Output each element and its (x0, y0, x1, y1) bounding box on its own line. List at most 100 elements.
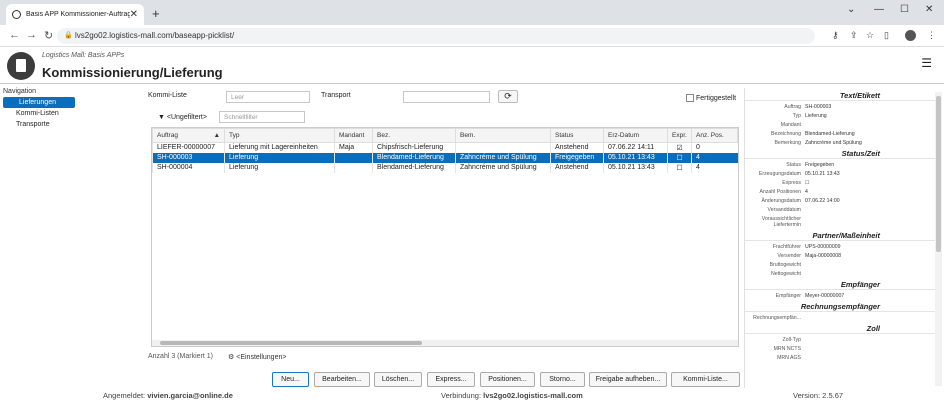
sidebar-item-lieferungen[interactable]: Lieferungen (3, 97, 75, 108)
detail-value (805, 346, 936, 352)
cell-expr: ☑ (667, 142, 692, 153)
reload-icon[interactable]: ↻ (44, 29, 53, 42)
checkbox-icon[interactable] (686, 94, 694, 102)
scrollbar-thumb[interactable] (160, 341, 422, 345)
cell-typ: Lieferung (224, 152, 335, 163)
vertical-scrollbar[interactable] (935, 92, 942, 386)
quick-filter-input[interactable]: Schnellfilter (219, 111, 305, 123)
cell-typ: Lieferung (224, 162, 335, 173)
detail-key: Typ (792, 113, 801, 119)
star-icon[interactable]: ☆ (866, 30, 874, 41)
conn-label: Verbindung: (441, 391, 484, 400)
kommi-liste-input[interactable]: Leer (226, 91, 310, 103)
app-header: Logistics Mall: Basis APPs Kommissionier… (0, 47, 944, 84)
new-tab-icon[interactable]: + (152, 6, 160, 21)
detail-value: Freigegeben (805, 162, 835, 168)
new-button[interactable]: Neu... (272, 372, 309, 387)
detail-field: Anzahl Positionen 4 (745, 189, 936, 195)
settings-link[interactable]: ⚙ <Einstellungen> (228, 353, 286, 361)
back-icon[interactable]: ← (9, 29, 20, 41)
table-row[interactable]: LIEFER-00000007 Lieferung mit Lagereinhe… (152, 142, 738, 153)
empfaenger-fields: Empfänger Meyer-00000007 (745, 293, 936, 299)
nav-header: Navigation (3, 88, 37, 95)
detail-key: Status (786, 162, 801, 168)
detail-field: MRN AGS (745, 355, 936, 361)
hamburger-menu-icon[interactable]: ☰ (921, 56, 932, 70)
detail-value: Maja-00000008 (805, 253, 842, 259)
transport-input[interactable] (403, 91, 490, 103)
detail-field: Frachtführer UPS-00000009 (745, 244, 936, 250)
forward-icon[interactable]: → (26, 29, 37, 41)
page-title: Kommissionierung/Lieferung (42, 65, 223, 80)
positions-button[interactable]: Positionen... (480, 372, 535, 387)
detail-key: Erzeugungsdatum (758, 171, 801, 177)
section-status-zeit: Status/Zeit (745, 148, 936, 159)
detail-field: Bemerkung Zahncréme und Spülung (745, 140, 936, 146)
minimize-icon[interactable]: — (874, 4, 884, 15)
table-row[interactable]: SH-000004 Lieferung Blendamed-Lieferung … (152, 162, 738, 173)
col-bem[interactable]: Bem. (455, 128, 551, 143)
cell-auftrag: LIEFER-00000007 (152, 142, 225, 153)
more-menu-icon[interactable]: ⋮ (927, 30, 936, 41)
table-row-selected[interactable]: SH-000003 Lieferung Blendamed-Lieferung … (152, 152, 738, 163)
col-anz-pos[interactable]: Anz. Pos. (691, 128, 738, 143)
detail-value (805, 355, 936, 361)
partner-fields: Frachtführer UPS-00000009 Versender Maja-00… (745, 244, 936, 277)
release-undo-button[interactable]: Freigabe aufheben... (589, 372, 667, 387)
horizontal-scrollbar[interactable] (152, 340, 738, 346)
user-label: Angemeldet: (103, 391, 148, 400)
col-bez[interactable]: Bez. (372, 128, 456, 143)
detail-value (805, 315, 936, 321)
fertiggestellt-checkbox[interactable]: Fertiggestellt (686, 94, 736, 102)
user-name: vivien.garcia@online.de (147, 391, 233, 400)
cell-datum: 05.10.21 13:43 (603, 162, 668, 173)
close-window-icon[interactable]: ✕ (925, 4, 933, 15)
detail-field: Typ Lieferung (745, 113, 936, 119)
col-auftrag[interactable]: Auftrag ▲ (152, 128, 225, 143)
sidepanel-icon[interactable]: ▯ (884, 30, 889, 41)
section-rechnungsempfaenger: Rechnungsempfänger (745, 301, 936, 312)
detail-field: Mandant (745, 122, 936, 128)
cell-status: Freigegeben (550, 152, 604, 163)
filter-dropdown[interactable]: ▼ <Ungefiltert> (158, 114, 207, 121)
col-mandant[interactable]: Mandant (334, 128, 373, 143)
detail-value: SH-000003 (805, 104, 832, 110)
profile-avatar[interactable] (905, 30, 916, 41)
detail-field: Änderungsdatum 07.06.22 14:00 (745, 198, 936, 204)
edit-button[interactable]: Bearbeiten... (314, 372, 370, 387)
url-field[interactable]: 🔒 lvs2go02.logistics-mall.com/baseapp-pic… (57, 28, 815, 44)
chevron-down-icon[interactable]: ⌄ (847, 4, 855, 15)
sidebar-item-kommi-listen[interactable]: Kommi-Listen (0, 108, 78, 119)
text-fields: Auftrag SH-000003 Typ Lieferung Mandant Bezei… (745, 104, 936, 146)
col-typ[interactable]: Typ (224, 128, 335, 143)
storno-button[interactable]: Storno... (540, 372, 585, 387)
detail-value: 05.10.21 13:43 (805, 171, 840, 177)
delete-button[interactable]: Löschen... (374, 372, 422, 387)
key-icon[interactable]: ⚷ (832, 30, 839, 41)
scrollbar-thumb[interactable] (936, 96, 941, 252)
detail-key: Mandant (780, 122, 801, 128)
col-erz-datum[interactable]: Erz-Datum (603, 128, 668, 143)
detail-value (805, 262, 936, 268)
footer: Angemeldet: vivien.garcia@online.de Verb… (0, 389, 944, 407)
browser-tab[interactable]: Basis APP Kommissionier-Auftrag ✕ (6, 4, 144, 25)
maximize-icon[interactable]: ☐ (900, 4, 909, 15)
cell-mandant: Maja (334, 142, 373, 153)
section-zoll: Zoll (745, 323, 936, 334)
express-button[interactable]: Express... (427, 372, 475, 387)
sidebar-item-transporte[interactable]: Transporte (0, 119, 78, 130)
col-status[interactable]: Status (550, 128, 604, 143)
cell-bem (455, 142, 551, 153)
status-fields: Status Freigegeben Erzeugungsdatum 05.10.21… (745, 162, 936, 228)
close-tab-icon[interactable]: ✕ (130, 9, 138, 20)
row-count: Anzahl 3 (Markiert 1) (148, 353, 213, 360)
detail-key: MRN AGS (777, 355, 801, 361)
cell-mandant (334, 162, 373, 173)
cell-status: Anstehend (550, 142, 604, 153)
refresh-button[interactable]: ⟳ (498, 90, 518, 103)
share-icon[interactable]: ⇪ (850, 30, 858, 41)
cell-anz: 4 (691, 162, 738, 173)
cell-auftrag: SH-000004 (152, 162, 225, 173)
col-expr[interactable]: Expr. (667, 128, 692, 143)
kommi-list-button[interactable]: Kommi-Liste... (671, 372, 740, 387)
